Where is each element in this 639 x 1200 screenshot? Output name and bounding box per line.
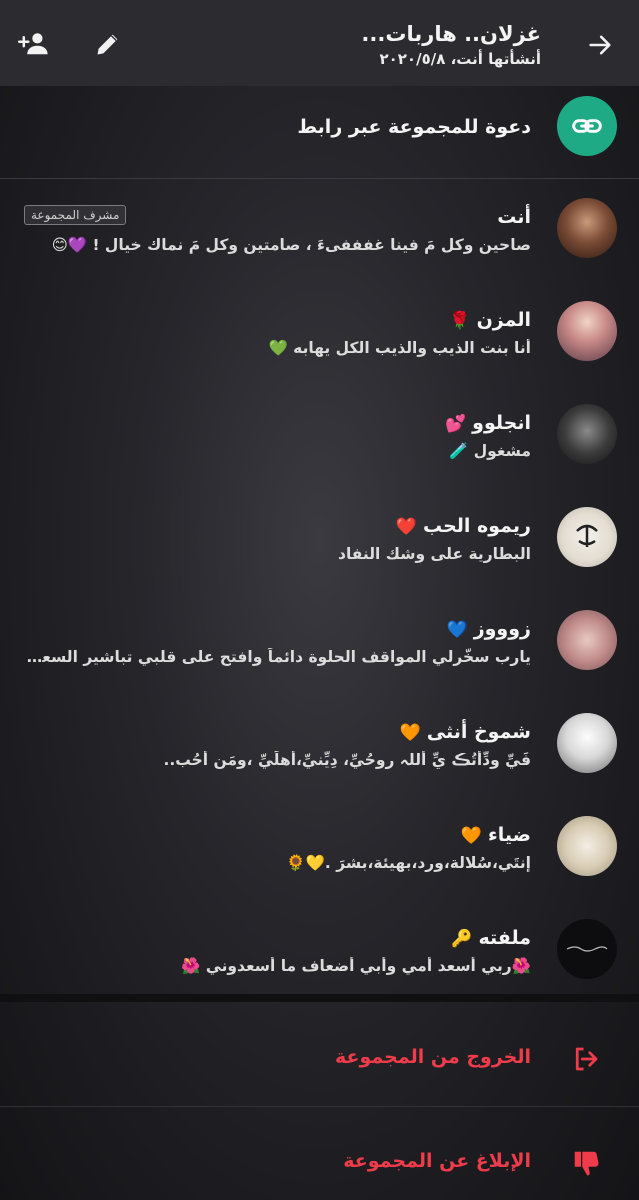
member-status: أنا بنت الذيب والذيب الكل يهابه 💚	[268, 339, 531, 357]
exit-group-button[interactable]: الخروج من المجموعة	[0, 1010, 639, 1107]
member-name: أنت	[497, 206, 531, 228]
list-item[interactable]: ضياء🧡 إنتَي،سُلالة،ورد،بهيئة،بشرَ .💛🌻	[0, 804, 639, 907]
avatar	[557, 919, 617, 979]
member-status: البطارية على وشك النفاد	[337, 545, 531, 563]
avatar	[557, 507, 617, 567]
add-person-icon	[18, 33, 48, 55]
member-status: فَيِّ وِدِّأتُڪ يِّ أللہ روحُيِّ، دِيِّن…	[163, 751, 531, 769]
logout-icon	[575, 1047, 598, 1071]
report-group-button[interactable]: الإبلاغ عن المجموعة	[0, 1116, 639, 1200]
list-item[interactable]: زوووز💙 يارب سخّرلي المواقف الحلوة دائماً…	[0, 598, 639, 701]
list-item[interactable]: أنت مشرف المجموعة صاحين وكل مَ فينا غففف…	[0, 186, 639, 289]
avatar	[557, 713, 617, 773]
member-name: المزن🌹	[449, 309, 531, 331]
member-status: 🌺ربي أسعد أمي وأبي أضعاف ما أسعدوني 🌺	[181, 957, 531, 975]
member-name: زوووز💙	[446, 618, 531, 640]
member-name: ملفته🔑	[451, 927, 531, 949]
invite-icon-circle	[557, 96, 617, 156]
member-name: انجلوو💕	[445, 412, 531, 434]
member-status: صاحين وكل مَ فينا غفففىءَ ، صامتين وكل م…	[51, 236, 531, 254]
group-subtitle: أنشأتها أنت، ٢٠٢٠/٥/٨	[379, 50, 541, 68]
arrow-right-icon	[589, 35, 611, 55]
section-divider	[0, 994, 639, 1002]
group-info-screen: غزلان.. هاربات... أنشأتها أنت، ٢٠٢٠/٥/٨	[0, 0, 639, 1200]
list-item[interactable]: انجلوو💕 مشغول 🧪	[0, 392, 639, 495]
avatar	[557, 404, 617, 464]
list-item[interactable]: المزن🌹 أنا بنت الذيب والذيب الكل يهابه 💚	[0, 289, 639, 392]
list-item[interactable]: شموخ أنثى🧡 فَيِّ وِدِّأتُڪ يِّ أللہ روحُ…	[0, 701, 639, 804]
avatar	[557, 198, 617, 258]
calligraphy-icon	[576, 524, 598, 547]
link-icon	[572, 119, 602, 133]
group-title: غزلان.. هاربات...	[361, 22, 541, 46]
member-name: ريموه الحب❤️	[395, 515, 531, 537]
admin-badge: مشرف المجموعة	[24, 205, 127, 225]
list-item[interactable]: ريموه الحب❤️ البطارية على وشك النفاد	[0, 495, 639, 598]
member-name: ضياء🧡	[460, 824, 531, 846]
report-icon-wrap	[569, 1146, 603, 1180]
member-status: يارب سخّرلي المواقف الحلوة دائماً وافتح …	[22, 648, 531, 666]
member-status: مشغول 🧪	[449, 442, 531, 460]
member-status: إنتَي،سُلالة،ورد،بهيئة،بشرَ .💛🌻	[286, 854, 531, 872]
exit-icon-wrap	[569, 1042, 603, 1076]
exit-group-label: الخروج من المجموعة	[335, 1046, 531, 1068]
edit-button[interactable]	[92, 28, 124, 60]
signature-icon	[566, 946, 608, 952]
back-button[interactable]	[583, 28, 617, 62]
avatar	[557, 816, 617, 876]
thumbs-down-icon	[574, 1151, 599, 1176]
invite-via-link-row[interactable]: دعوة للمجموعة عبر رابط	[0, 86, 639, 179]
member-name: شموخ أنثى🧡	[399, 721, 531, 743]
invite-label: دعوة للمجموعة عبر رابط	[297, 116, 531, 138]
pencil-icon	[97, 34, 118, 55]
avatar	[557, 301, 617, 361]
add-member-button[interactable]	[16, 28, 52, 60]
header-text: غزلان.. هاربات... أنشأتها أنت، ٢٠٢٠/٥/٨	[361, 20, 541, 68]
report-group-label: الإبلاغ عن المجموعة	[343, 1150, 531, 1172]
header-bar: غزلان.. هاربات... أنشأتها أنت، ٢٠٢٠/٥/٨	[0, 0, 639, 86]
members-list: أنت مشرف المجموعة صاحين وكل مَ فينا غففف…	[0, 186, 639, 1010]
avatar	[557, 610, 617, 670]
